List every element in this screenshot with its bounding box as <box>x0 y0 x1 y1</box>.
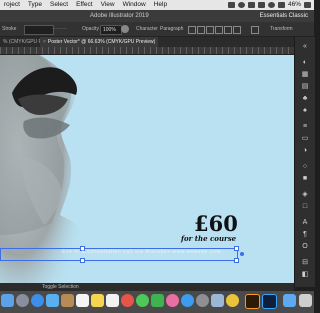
course-subheading[interactable]: for the course <box>181 234 236 243</box>
messages-icon[interactable] <box>136 294 149 307</box>
collapse-panels-icon[interactable]: « <box>301 43 309 51</box>
graphic-styles-icon[interactable]: ■ <box>301 175 309 183</box>
symbols-icon[interactable]: ♠ <box>301 107 309 115</box>
color-guide-icon[interactable]: ▦ <box>301 71 309 79</box>
document-tab-bar: % (CMYK/GPU Preview) × Poster Vector* @ 6… <box>0 37 294 47</box>
app-title: Adobe Illustrator 2019 <box>90 13 149 19</box>
reminders-icon[interactable] <box>106 294 119 307</box>
color-icon[interactable]: ◐ <box>301 59 309 67</box>
launchpad-icon[interactable] <box>16 294 29 307</box>
menu-effect[interactable]: Effect <box>72 0 97 10</box>
horizontal-ruler[interactable] <box>0 47 294 55</box>
pathfinder-icon[interactable]: ◧ <box>301 271 309 279</box>
tab-poster-vector[interactable]: × Poster Vector* @ 66.63% (CMYK/GPU Previ… <box>40 37 159 47</box>
align-top-icon[interactable] <box>215 26 223 34</box>
menu-help[interactable]: Help <box>150 0 171 10</box>
safari-icon[interactable] <box>31 294 44 307</box>
opacity-field[interactable]: 100% <box>100 25 122 35</box>
opacity-label: Opacity <box>82 26 99 32</box>
artboard[interactable]: £60 for the course Eve in & consultation… <box>0 55 294 283</box>
ruler-ticks <box>0 47 294 54</box>
notes-icon[interactable] <box>91 294 104 307</box>
wifi-icon[interactable] <box>267 2 275 8</box>
character-panel-link[interactable]: Character <box>136 22 158 36</box>
menu-select[interactable]: Select <box>46 0 72 10</box>
workspace-switcher[interactable]: Essentials Classic <box>260 10 308 22</box>
display-icon[interactable] <box>247 2 255 8</box>
paragraph-panel-link[interactable]: Paragraph <box>160 22 183 36</box>
photoshop-icon[interactable] <box>262 294 277 309</box>
battery-icon[interactable] <box>304 2 311 8</box>
align-middle-icon[interactable] <box>224 26 232 34</box>
selected-text-line[interactable]: Eve in & consultation call via Blackbox … <box>62 249 221 255</box>
menu-type[interactable]: Type <box>24 0 46 10</box>
menu-bar: roject Type Select Effect View Window He… <box>0 0 314 10</box>
selection-handle[interactable] <box>234 246 239 251</box>
transform-panel-link[interactable]: Transform <box>270 22 293 36</box>
control-bar: Stroke ——— Opacity 100% Character Paragr… <box>0 22 314 37</box>
align-right-icon[interactable] <box>206 26 214 34</box>
chrome-icon[interactable] <box>226 294 239 307</box>
dropbox-icon[interactable] <box>237 2 245 8</box>
style-swatch-icon[interactable] <box>121 25 129 33</box>
mail-icon[interactable] <box>46 294 59 307</box>
tab-label: Poster Vector* @ 66.63% (CMYK/GPU Previe… <box>47 39 156 45</box>
panel-dock: « ◐ ▦ ▤ ♣ ♠ ≡ ▭ ◑ ○ ■ ◈ □ A ¶ O ⊟ ◧ <box>294 37 315 287</box>
adobe-cc-icon[interactable] <box>227 2 235 8</box>
artboards-icon[interactable]: □ <box>301 203 309 211</box>
appearance-icon[interactable]: ○ <box>301 163 309 171</box>
align-left-icon[interactable] <box>188 26 196 34</box>
contacts-icon[interactable] <box>61 294 74 307</box>
battery-percent[interactable]: 46% <box>288 0 301 10</box>
photos-icon[interactable] <box>121 294 134 307</box>
swatches-icon[interactable]: ▤ <box>301 83 309 91</box>
align-icon[interactable]: ⊟ <box>301 259 309 267</box>
price-heading[interactable]: £60 <box>194 211 238 236</box>
volume-icon[interactable] <box>277 2 285 8</box>
finder-icon[interactable] <box>1 294 14 307</box>
close-icon[interactable]: × <box>43 39 46 45</box>
menu-object[interactable]: roject <box>0 0 24 10</box>
stroke-dropdown[interactable] <box>24 25 54 35</box>
selection-handle[interactable] <box>234 258 239 263</box>
opentype-icon[interactable]: O <box>301 243 309 251</box>
bluetooth-icon[interactable] <box>257 2 265 8</box>
text-anchor-point[interactable] <box>240 252 244 256</box>
macos-dock <box>0 291 314 313</box>
selection-handle[interactable] <box>80 258 85 263</box>
appstore-icon[interactable] <box>181 294 194 307</box>
preview-icon[interactable] <box>211 294 224 307</box>
status-bar: Toggle Selection <box>0 283 294 291</box>
stroke-label[interactable]: Stroke <box>2 22 16 36</box>
app-title-bar: Adobe Illustrator 2019 Essentials Classi… <box>0 10 314 22</box>
trash-icon[interactable] <box>299 294 312 307</box>
paragraph-icon[interactable]: ¶ <box>301 231 309 239</box>
brushes-icon[interactable]: ♣ <box>301 95 309 103</box>
stroke-icon[interactable]: ≡ <box>301 123 309 131</box>
distribute-icon[interactable] <box>251 26 259 34</box>
illustrator-icon[interactable] <box>245 294 260 309</box>
current-tool-label: Toggle Selection <box>42 284 79 290</box>
brush-dropdown[interactable]: ——— <box>52 22 67 36</box>
system-preferences-icon[interactable] <box>196 294 209 307</box>
itunes-icon[interactable] <box>166 294 179 307</box>
layers-icon[interactable]: ◈ <box>301 191 309 199</box>
transparency-icon[interactable]: ◑ <box>301 147 309 155</box>
character-icon[interactable]: A <box>301 219 309 227</box>
menu-window[interactable]: Window <box>119 0 150 10</box>
align-center-icon[interactable] <box>197 26 205 34</box>
align-bottom-icon[interactable] <box>233 26 241 34</box>
gradient-icon[interactable]: ▭ <box>301 135 309 143</box>
calendar-icon[interactable] <box>76 294 89 307</box>
menu-view[interactable]: View <box>97 0 119 10</box>
facetime-icon[interactable] <box>151 294 164 307</box>
folder-icon[interactable] <box>283 294 296 307</box>
